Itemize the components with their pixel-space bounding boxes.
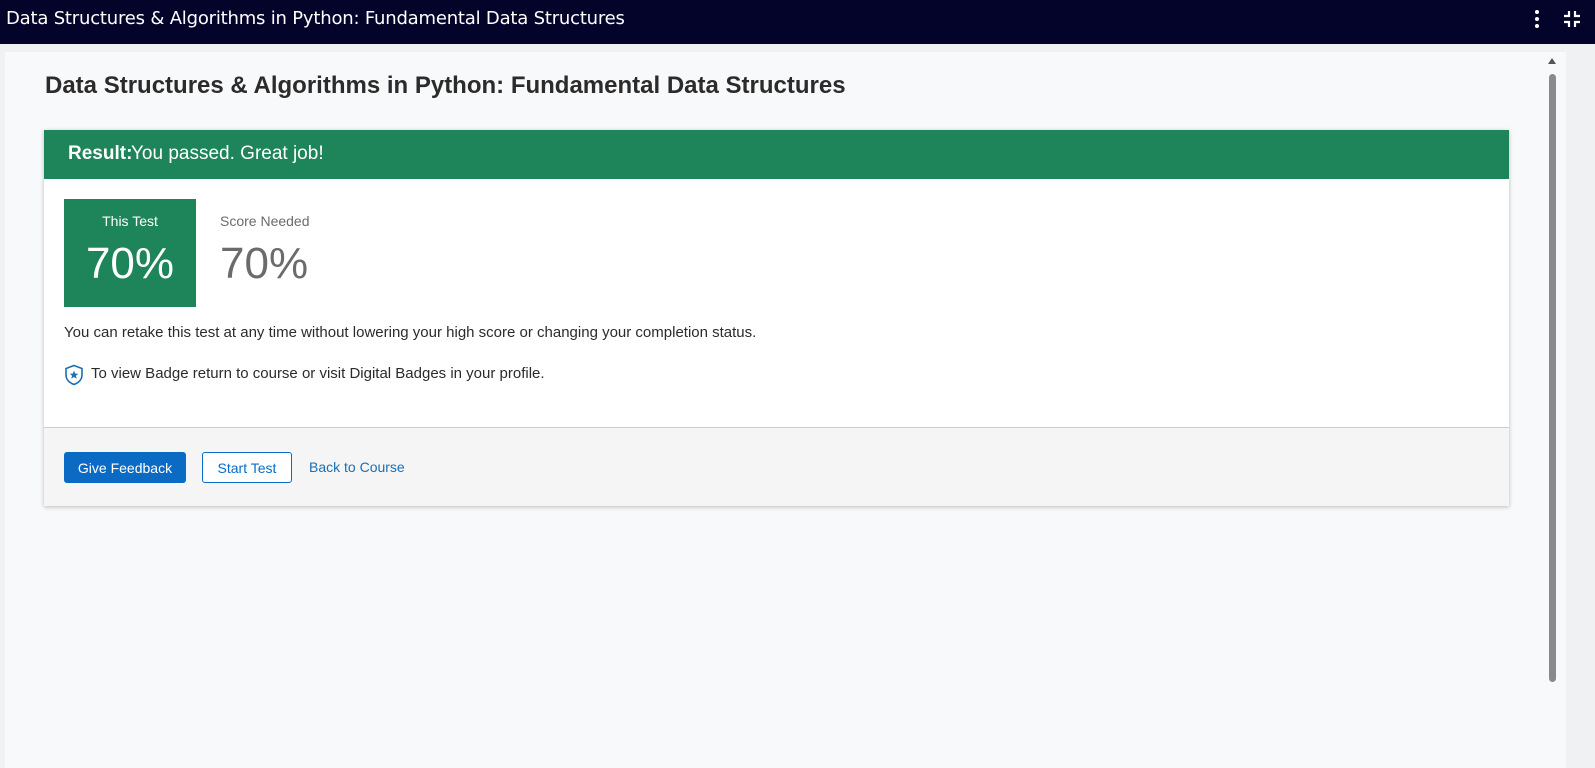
- badge-shield-icon: [65, 364, 83, 386]
- page-title: Data Structures & Algorithms in Python: …: [45, 72, 846, 99]
- vertical-scrollbar[interactable]: [1545, 52, 1559, 768]
- top-bar: Data Structures & Algorithms in Python: …: [0, 0, 1595, 44]
- window-title: Data Structures & Algorithms in Python: …: [6, 8, 625, 29]
- result-label: Result:: [68, 143, 133, 164]
- action-footer: Give Feedback Start Test Back to Course: [44, 427, 1509, 506]
- kebab-menu-icon[interactable]: [1530, 10, 1544, 32]
- scroll-up-arrow-icon[interactable]: [1548, 58, 1556, 64]
- badge-text: To view Badge return to course or visit …: [91, 365, 545, 382]
- start-test-button[interactable]: Start Test: [202, 452, 292, 483]
- this-test-score: This Test 70%: [64, 199, 196, 307]
- scroll-thumb[interactable]: [1549, 74, 1556, 682]
- retake-message: You can retake this test at any time wit…: [64, 324, 757, 341]
- give-feedback-button[interactable]: Give Feedback: [64, 452, 186, 483]
- back-to-course-link[interactable]: Back to Course: [309, 459, 405, 475]
- score-needed-label: Score Needed: [220, 213, 310, 229]
- result-banner: Result: You passed. Great job!: [44, 130, 1509, 179]
- score-needed-value: 70%: [220, 239, 309, 288]
- exit-fullscreen-icon[interactable]: [1563, 10, 1581, 28]
- this-test-value: 70%: [85, 239, 175, 288]
- score-needed: Score Needed 70%: [220, 199, 330, 307]
- main-content: Data Structures & Algorithms in Python: …: [5, 52, 1566, 768]
- result-card: Result: You passed. Great job! This Test…: [44, 130, 1509, 506]
- result-text: You passed. Great job!: [131, 143, 324, 164]
- this-test-label: This Test: [102, 213, 158, 229]
